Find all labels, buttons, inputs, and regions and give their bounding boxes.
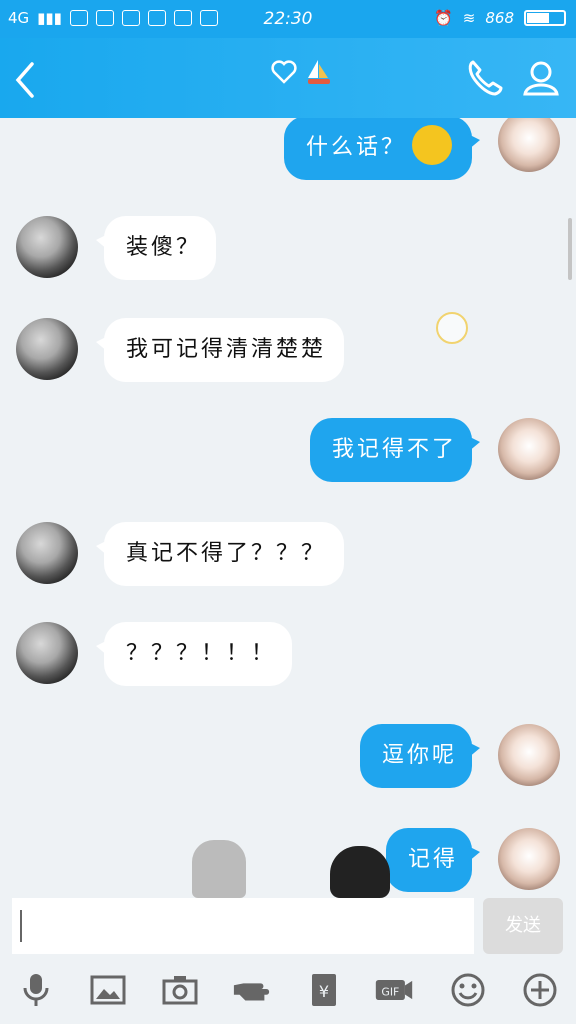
self-avatar[interactable] (498, 418, 560, 480)
input-toolbar: ¥ GIF (0, 960, 576, 1024)
message-text: 什么话？ (306, 135, 407, 160)
emoji-icon[interactable] (448, 970, 488, 1010)
message-input[interactable] (12, 898, 474, 954)
hand-icon[interactable] (232, 970, 272, 1010)
message-bubble-8[interactable]: 记得 (386, 828, 480, 892)
back-arrow-icon[interactable] (14, 60, 36, 100)
microphone-icon[interactable] (16, 970, 56, 1010)
message-bubble-5[interactable]: 真记不得了？？？ (96, 522, 344, 586)
chat-area[interactable]: 什么话？ 装傻？ 我可记得清清楚楚 我记得不了 真记不得了？？？ ？？？！！！ … (0, 118, 576, 898)
message-bubble-7[interactable]: 逗你呢 (360, 724, 480, 788)
profile-icon[interactable] (522, 58, 560, 98)
camera-icon[interactable] (160, 970, 200, 1010)
chat-scrollbar[interactable] (568, 218, 572, 280)
message-text: 逗你呢 (382, 743, 458, 768)
plus-icon[interactable] (520, 970, 560, 1010)
message-bubble-2[interactable]: 装傻？ (96, 216, 216, 280)
image-icon[interactable] (88, 970, 128, 1010)
thinking-emoji-icon (412, 125, 453, 165)
message-text: 我记得不了 (332, 437, 458, 462)
friend-avatar[interactable] (16, 622, 78, 684)
message-bubble-1[interactable]: 什么话？ (284, 118, 480, 180)
friend-avatar[interactable] (16, 522, 78, 584)
floating-assist-icon[interactable] (436, 312, 468, 344)
red-packet-icon[interactable]: ¥ (304, 970, 344, 1010)
text-cursor (20, 910, 22, 942)
battery-text: 868 (485, 9, 514, 27)
sailboat-icon (308, 60, 330, 84)
message-text: 我可记得清清楚楚 (126, 337, 327, 362)
wifi-icon: ≋ (462, 9, 476, 27)
message-text: ？？？！！！ (126, 641, 277, 666)
send-button[interactable]: 发送 (483, 898, 563, 954)
alarm-icon: ⏰ (434, 9, 453, 27)
battery-icon (524, 10, 566, 26)
heart-icon (271, 60, 297, 84)
status-right: ⏰ ≋ 868 (434, 9, 566, 27)
status-bar: 4G ▮▮▮ 22:30 ⏰ ≋ 868 (0, 0, 576, 38)
chat-title (270, 58, 332, 88)
svg-text:GIF: GIF (381, 985, 399, 998)
message-bubble-6[interactable]: ？？？！！！ (96, 622, 292, 686)
phone-call-icon[interactable] (465, 58, 503, 98)
message-text: 真记不得了？？？ (126, 541, 327, 566)
chat-header (0, 38, 576, 118)
message-bubble-3[interactable]: 我可记得清清楚楚 (96, 318, 344, 382)
message-text: 装傻？ (126, 235, 202, 260)
friend-avatar[interactable] (16, 318, 78, 380)
message-bubble-4[interactable]: 我记得不了 (310, 418, 480, 482)
self-avatar[interactable] (498, 118, 560, 172)
svg-text:¥: ¥ (319, 982, 329, 1001)
message-text: 记得 (408, 847, 459, 872)
self-avatar[interactable] (498, 724, 560, 786)
gif-icon[interactable]: GIF (374, 970, 414, 1010)
composer: 发送 (0, 898, 576, 960)
self-avatar[interactable] (498, 828, 560, 890)
friend-avatar[interactable] (16, 216, 78, 278)
